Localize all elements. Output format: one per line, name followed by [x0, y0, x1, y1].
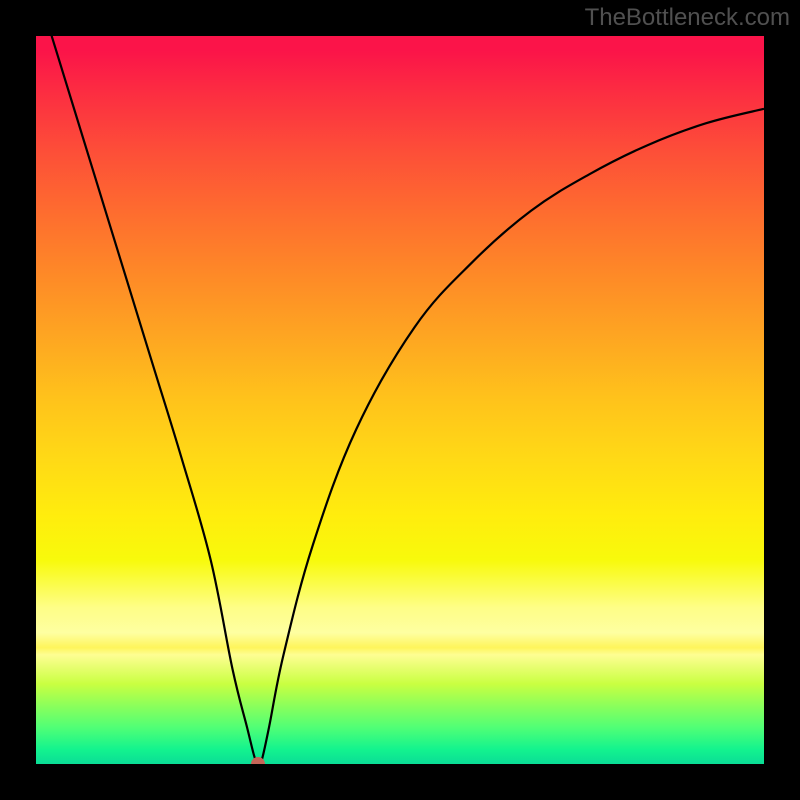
minimum-marker-dot [251, 757, 265, 764]
bottleneck-curve [36, 36, 764, 764]
chart-plot-area [36, 36, 764, 764]
watermark-text: TheBottleneck.com [585, 4, 790, 32]
